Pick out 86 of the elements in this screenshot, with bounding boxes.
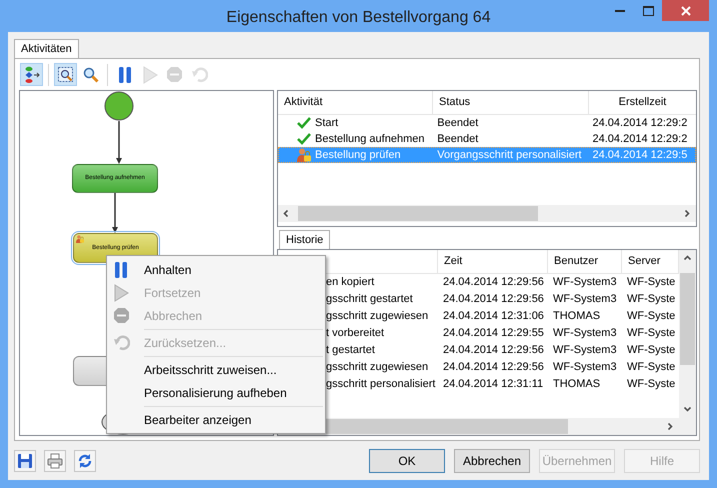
table-cell: gsschritt zugewiesen <box>326 310 428 322</box>
minimize-icon <box>615 10 625 12</box>
table-cell: 24.04.2014 12:31:11 <box>443 378 544 390</box>
search-icon <box>82 66 100 84</box>
horizontal-scrollbar[interactable] <box>278 205 696 222</box>
table-cell-text: Bestellung prüfen <box>315 148 401 163</box>
table-cell: 24.04.2014 12:29:2 <box>592 132 688 145</box>
tab[interactable]: Aktivitäten <box>14 39 79 58</box>
column-header[interactable]: Erstellzeit <box>589 91 696 114</box>
maximize-icon <box>642 6 654 16</box>
table-cell: gsschritt gestartet <box>326 293 413 306</box>
table-cell: 24.04.2014 12:29:5 <box>592 148 688 161</box>
connector-arrow <box>112 193 118 233</box>
save-icon <box>17 452 33 468</box>
check-icon <box>297 133 311 145</box>
table-cell-text: Bestellung aufnehmen <box>315 132 424 147</box>
connector-arrow <box>116 121 122 164</box>
table-cell: gsschritt personalisiert <box>326 378 436 390</box>
table-cell: Vorgangsschritt personalisiert <box>437 148 582 161</box>
table-cell: WF-Syste <box>627 361 676 374</box>
tab[interactable]: Historie <box>279 230 330 249</box>
toolbar-button[interactable] <box>74 450 96 472</box>
table-cell: WF-Syste <box>627 344 676 356</box>
menu-item[interactable]: Bearbeiter anzeigen <box>109 408 323 431</box>
refresh-icon <box>77 452 93 468</box>
table-cell: t gestartet <box>326 344 375 356</box>
toolbar-button[interactable] <box>20 63 43 86</box>
zoom-fit-icon <box>56 66 74 84</box>
column-header[interactable]: Aktivität <box>278 91 433 114</box>
table-cell: WF-System3 <box>553 361 617 374</box>
list-row[interactable]: Bestellung aufnehmen Beendet 24.04.2014 12:29:2 <box>278 131 696 147</box>
table-cell: 24.04.2014 12:29:56 <box>443 293 544 306</box>
table-cell: WF-Syste <box>627 293 676 306</box>
user-lock-icon <box>297 148 311 162</box>
menu-item[interactable]: Personalisierung aufheben <box>109 381 323 404</box>
table-cell-text: Start <box>315 116 338 131</box>
table-cell: t vorbereitet <box>326 327 384 340</box>
pause-icon <box>113 261 129 279</box>
table-cell: WF-Syste <box>627 378 676 390</box>
table-cell: THOMAS <box>553 378 600 390</box>
check-icon <box>297 117 311 129</box>
close-icon <box>680 6 690 16</box>
table-cell: 24.04.2014 12:29:2 <box>592 116 688 129</box>
table-cell: 24.04.2014 12:29:55 <box>443 327 544 340</box>
column-header[interactable]: Benutzer <box>548 250 622 273</box>
toolbar-button[interactable] <box>44 450 66 472</box>
column-header[interactable]: Status <box>433 91 589 114</box>
menu-item[interactable]: Arbeitsschritt zuweisen... <box>109 358 323 381</box>
list-row[interactable]: Start Beendet 24.04.2014 12:29:2 <box>278 115 696 131</box>
table-cell: WF-System3 <box>553 344 617 356</box>
table-cell: 24.04.2014 12:29:56 <box>443 344 544 356</box>
play-icon <box>142 66 158 84</box>
table-cell: Beendet <box>437 116 478 129</box>
start-node[interactable] <box>104 92 134 120</box>
table-cell: Beendet <box>437 132 478 145</box>
printer-icon <box>47 452 63 468</box>
scroll-thumb[interactable] <box>298 206 538 221</box>
stop-icon <box>113 307 130 324</box>
table-cell: 24.04.2014 12:29:56 <box>443 361 544 374</box>
column-header[interactable]: Zeit <box>438 250 548 273</box>
close-button[interactable] <box>662 0 709 21</box>
table-cell: WF-Syste <box>627 276 676 288</box>
table-cell: THOMAS <box>553 310 600 322</box>
toolbar-button[interactable] <box>14 450 36 472</box>
dialog-button[interactable]: Abbrechen <box>454 448 530 472</box>
scroll-thumb[interactable] <box>680 273 695 365</box>
play-icon <box>113 284 129 302</box>
table-cell: gsschritt zugewiesen <box>326 361 428 374</box>
table-cell: WF-Syste <box>627 327 676 340</box>
table-cell: 24.04.2014 12:31:06 <box>443 310 544 322</box>
pause-icon <box>116 66 132 84</box>
window-title: Eigenschaften von Bestellvorgang 64 <box>225 8 492 28</box>
undo-icon <box>191 66 208 83</box>
vertical-scrollbar[interactable] <box>679 250 696 418</box>
user-lock-icon <box>76 235 84 243</box>
table-cell: WF-System3 <box>553 327 617 340</box>
flowchart-icon <box>22 66 40 84</box>
stop-icon <box>166 66 183 83</box>
table-cell: WF-Syste <box>627 310 676 322</box>
undo-icon <box>113 334 130 351</box>
toolbar-button[interactable] <box>54 63 77 86</box>
table-cell: WF-System3 <box>553 276 617 288</box>
table-cell: en kopiert <box>326 276 374 288</box>
table-cell: 24.04.2014 12:29:56 <box>443 276 544 288</box>
table-cell: WF-System3 <box>553 293 617 306</box>
dialog-button[interactable]: OK <box>369 448 445 472</box>
